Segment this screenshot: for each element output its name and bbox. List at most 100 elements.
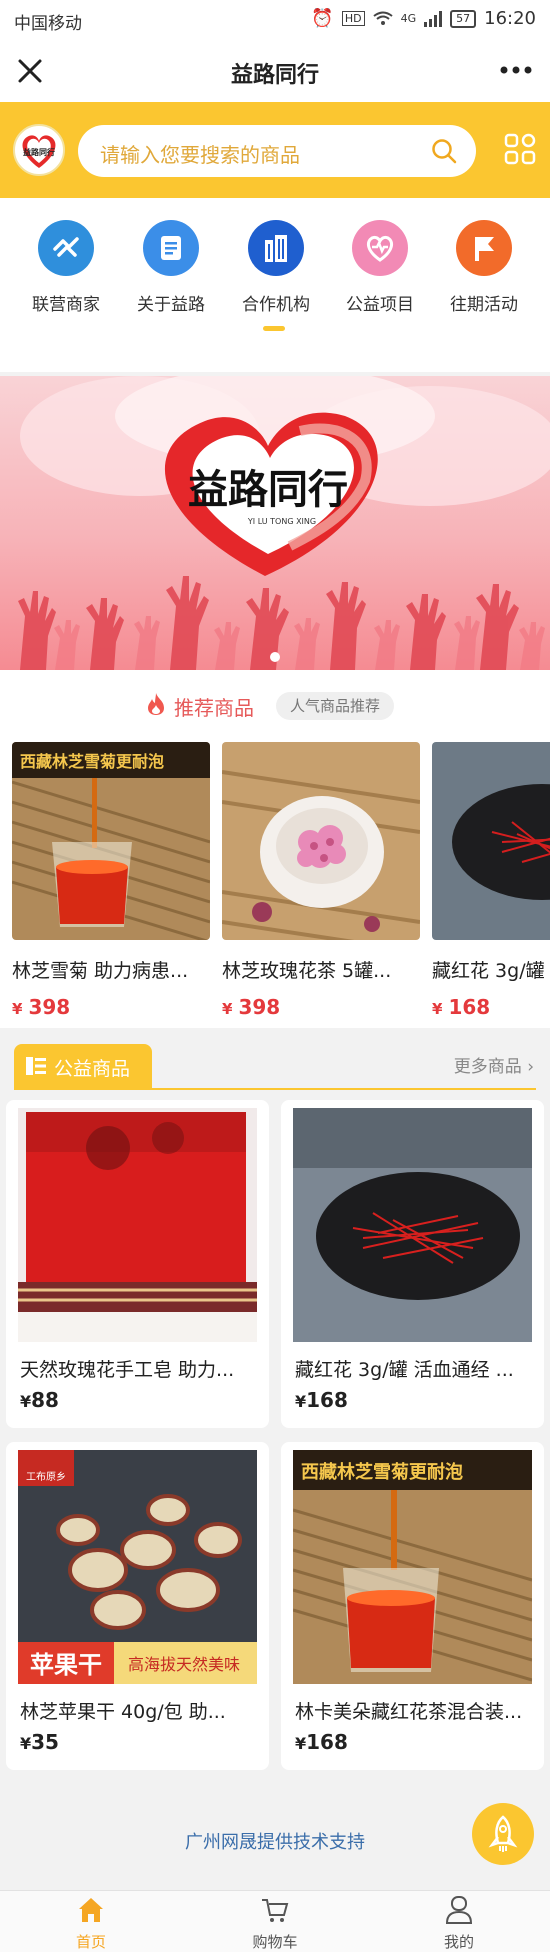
- more-icon[interactable]: [496, 54, 536, 86]
- product-card[interactable]: 西藏林芝雪菊更耐泡 林芝雪菊 助力病患... ¥398: [12, 742, 210, 1019]
- alarm-icon: ⏰: [311, 8, 334, 29]
- product-price: ¥35: [20, 1730, 59, 1754]
- nav-page-indicator: [263, 326, 285, 331]
- product-image: 工布原乡 苹果干 高海拔天然美味: [18, 1450, 257, 1684]
- svg-text:苹果干: 苹果干: [30, 1651, 102, 1679]
- heart-logo-icon: 益路同行: [22, 135, 56, 168]
- chevron-right-icon: ›: [521, 1057, 534, 1077]
- time-label: 16:20: [484, 8, 536, 29]
- search-placeholder: 请输入您要搜索的商品: [100, 143, 300, 167]
- user-icon: [445, 1896, 473, 1924]
- product-card[interactable]: 藏红花 3g/罐 活血通经 ... ¥168: [281, 1100, 544, 1428]
- product-image: [293, 1108, 532, 1342]
- carrier-label: 中国移动: [14, 14, 82, 34]
- handshake-icon: [38, 220, 94, 276]
- product-name: 林芝玫瑰花茶 5罐...: [222, 960, 392, 982]
- home-icon: [79, 1898, 103, 1922]
- product-image: [432, 742, 550, 940]
- battery-icon: 57: [450, 9, 477, 28]
- product-card[interactable]: 西藏林芝雪菊更耐泡 林卡美朵藏红花茶混合装... ¥168: [281, 1442, 544, 1770]
- nav-item-merchants[interactable]: 联营商家: [16, 220, 116, 315]
- status-right: ⏰ HD 4G 57 16:20: [311, 8, 536, 29]
- public-goods-title: 公益商品: [54, 1058, 131, 1080]
- tab-label: 购物车: [252, 1933, 298, 1951]
- product-price: ¥168: [432, 995, 491, 1019]
- back-to-top-button[interactable]: [472, 1803, 534, 1865]
- nav-label: 关于益路: [137, 295, 205, 315]
- more-products-link[interactable]: 更多商品 ›: [454, 1052, 534, 1077]
- tab-label: 我的: [443, 1933, 474, 1951]
- tab-home[interactable]: 首页: [31, 1895, 151, 1952]
- banner-subtitle: YI LU TONG XING: [247, 517, 316, 526]
- product-card[interactable]: 天然玫瑰花手工皂 助力... ¥88: [6, 1100, 269, 1428]
- svg-text:西藏林芝雪菊更耐泡: 西藏林芝雪菊更耐泡: [301, 1461, 463, 1483]
- bottom-tabbar: 首页 购物车 我的: [0, 1890, 550, 1952]
- product-image: [222, 742, 420, 940]
- svg-text:西藏林芝雪菊更耐泡: 西藏林芝雪菊更耐泡: [20, 752, 164, 771]
- product-name: 天然玫瑰花手工皂 助力...: [20, 1359, 235, 1381]
- heart-icon: [352, 220, 408, 276]
- product-price: ¥168: [295, 1388, 348, 1412]
- product-card[interactable]: 藏红花 3g/罐 ¥168: [432, 742, 550, 1019]
- nav-item-charity[interactable]: 公益项目: [330, 220, 430, 315]
- product-price: ¥398: [222, 995, 281, 1019]
- nav-label: 公益项目: [346, 295, 414, 315]
- recommended-header: 推荐商品 人气商品推荐: [0, 670, 550, 740]
- product-name: 林卡美朵藏红花茶混合装...: [295, 1701, 523, 1723]
- category-grid-icon[interactable]: [504, 133, 536, 165]
- tech-support-text: 广州网晟提供技术支持: [185, 1832, 365, 1853]
- recommended-list[interactable]: 西藏林芝雪菊更耐泡 林芝雪菊 助力病患... ¥398 林芝玫瑰花茶 5罐...…: [0, 740, 550, 1028]
- product-price: ¥168: [295, 1730, 348, 1754]
- product-image: 西藏林芝雪菊更耐泡: [12, 742, 210, 940]
- product-price: ¥88: [20, 1388, 59, 1412]
- search-icon[interactable]: [430, 137, 458, 165]
- section-divider: [14, 1088, 536, 1090]
- public-goods-header: 公益商品 更多商品 ›: [0, 1028, 550, 1100]
- building-icon: [248, 220, 304, 276]
- svg-text:工布原乡: 工布原乡: [26, 1471, 66, 1483]
- nav-item-events[interactable]: 往期活动: [434, 220, 534, 315]
- svg-text:益路同行: 益路同行: [23, 147, 55, 157]
- product-name: 林芝苹果干 40g/包 助...: [20, 1701, 226, 1723]
- svg-text:高海拔天然美味: 高海拔天然美味: [128, 1655, 240, 1674]
- tab-label: 首页: [75, 1933, 106, 1951]
- product-image: [18, 1108, 257, 1342]
- product-price: ¥398: [12, 995, 71, 1019]
- search-input[interactable]: 请输入您要搜索的商品: [78, 125, 476, 177]
- product-name: 藏红花 3g/罐: [432, 960, 545, 982]
- wifi-icon: [372, 11, 393, 25]
- flag-icon: [456, 220, 512, 276]
- tab-cart[interactable]: 购物车: [215, 1895, 335, 1952]
- search-area: 益路同行 请输入您要搜索的商品: [0, 102, 550, 198]
- nav-item-about[interactable]: 关于益路: [121, 220, 221, 315]
- category-nav: 联营商家 关于益路 合作机构 公益项目 往期活动: [0, 198, 550, 372]
- list-icon: [26, 1057, 46, 1075]
- hd-icon: HD: [341, 11, 365, 26]
- tab-profile[interactable]: 我的: [399, 1895, 519, 1952]
- status-bar: 中国移动 ⏰ HD 4G 57 16:20: [0, 0, 550, 40]
- signal-icon: [424, 10, 443, 27]
- recommended-title: 推荐商品: [174, 696, 254, 720]
- document-icon: [143, 220, 199, 276]
- carousel-dot-active[interactable]: [270, 652, 280, 662]
- recommended-tag: 人气商品推荐: [276, 692, 395, 720]
- cart-icon: [262, 1899, 289, 1922]
- rocket-icon: [488, 1815, 518, 1852]
- network-label: 4G: [400, 12, 417, 25]
- fire-icon: [148, 693, 164, 715]
- product-card[interactable]: 工布原乡 苹果干 高海拔天然美味 林芝苹果干 40g/包 助... ¥35: [6, 1442, 269, 1770]
- banner-image: 益路同行 YI LU TONG XING: [18, 376, 550, 670]
- nav-label: 往期活动: [450, 295, 518, 315]
- product-name: 藏红花 3g/罐 活血通经 ...: [295, 1359, 514, 1381]
- nav-label: 合作机构: [242, 295, 310, 315]
- nav-label: 联营商家: [32, 295, 100, 315]
- banner-carousel[interactable]: 益路同行 YI LU TONG XING: [0, 376, 550, 670]
- banner-title: 益路同行: [188, 466, 348, 513]
- title-bar: 益路同行: [0, 40, 550, 102]
- product-name: 林芝雪菊 助力病患...: [12, 960, 189, 982]
- product-card[interactable]: 林芝玫瑰花茶 5罐... ¥398: [222, 742, 420, 1019]
- public-goods-tab: 公益商品: [14, 1044, 152, 1088]
- nav-item-partners[interactable]: 合作机构: [226, 220, 326, 315]
- page-title: 益路同行: [230, 63, 319, 88]
- brand-logo[interactable]: 益路同行: [13, 124, 65, 176]
